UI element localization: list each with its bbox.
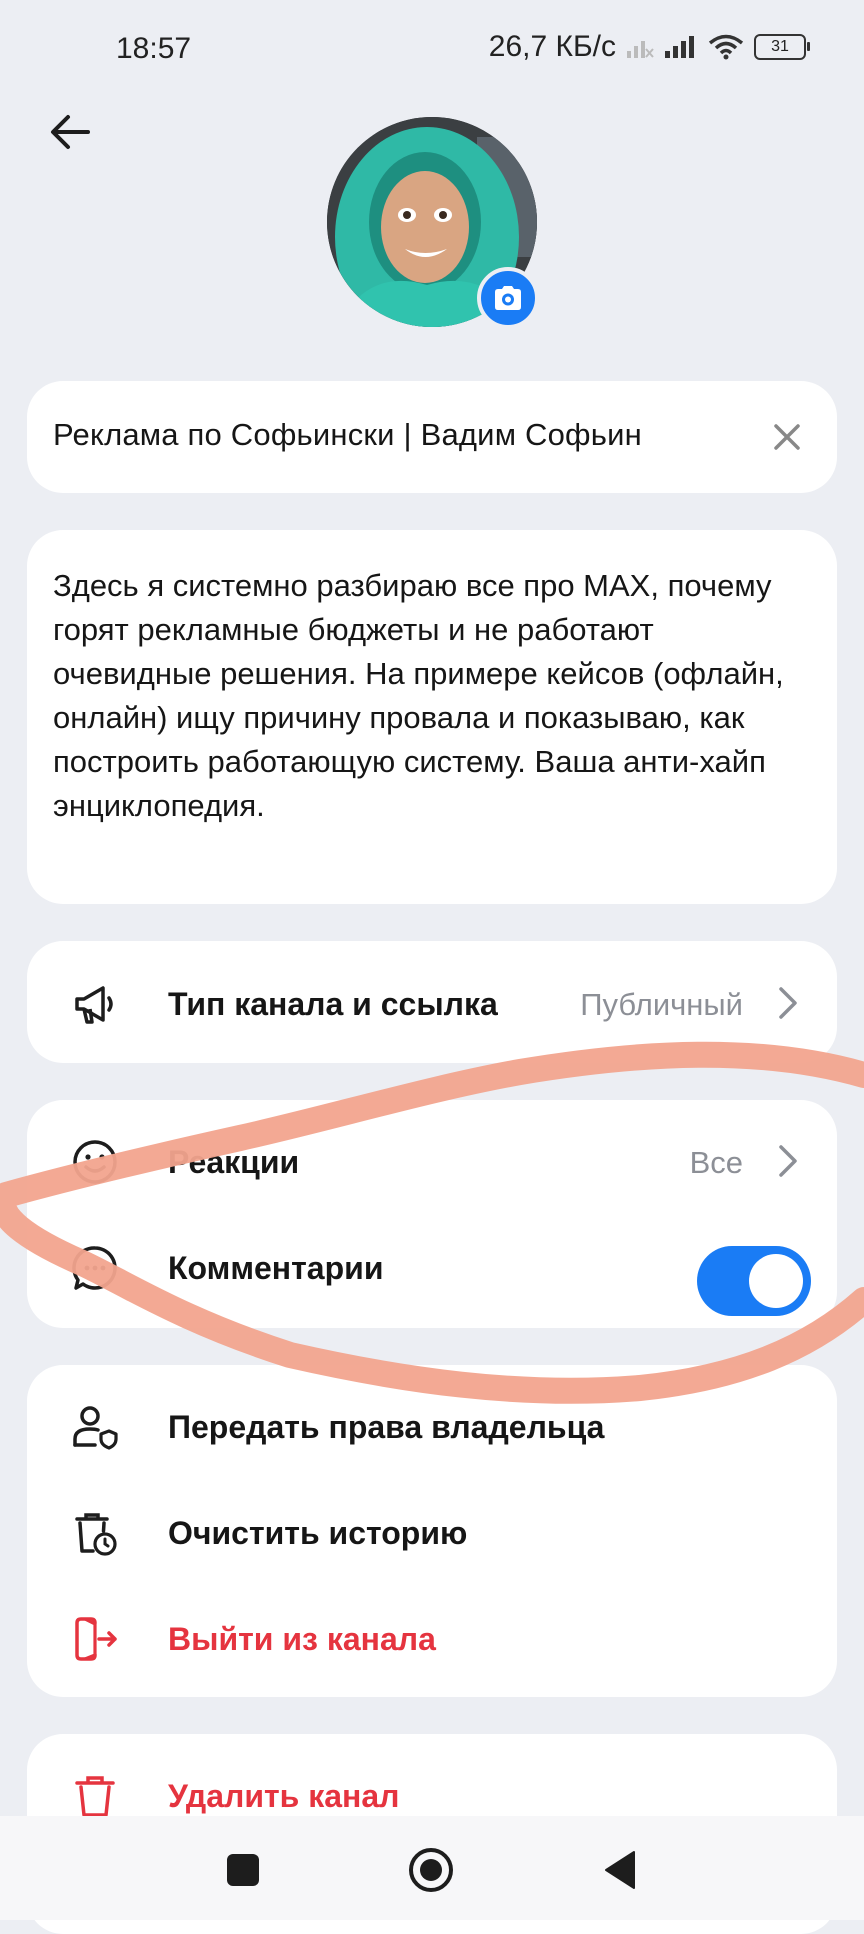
- transfer-ownership-label: Передать права владельца: [168, 1409, 605, 1445]
- reactions-row[interactable]: Реакции Все: [27, 1110, 837, 1210]
- smile-icon: [73, 1140, 117, 1184]
- system-navigation-bar: [0, 1816, 864, 1920]
- channel-type-label: Тип канала и ссылка: [168, 986, 498, 1022]
- channel-avatar[interactable]: [327, 117, 539, 329]
- recents-icon[interactable]: [219, 1846, 267, 1894]
- signal-off-icon: [627, 41, 654, 58]
- back-button[interactable]: [46, 108, 94, 156]
- change-photo-button[interactable]: [477, 267, 539, 329]
- channel-description-field[interactable]: Здесь я системно разбираю все про МАХ, п…: [27, 530, 837, 904]
- exit-icon: [75, 1617, 117, 1661]
- leave-channel-row[interactable]: Выйти из канала: [27, 1587, 837, 1687]
- interaction-settings-card: Реакции Все Комментарии: [27, 1100, 837, 1328]
- delete-channel-label: Удалить канал: [168, 1778, 400, 1814]
- channel-type-value: Публичный: [580, 987, 743, 1022]
- megaphone-icon: [75, 986, 113, 1024]
- status-bar: 18:57 26,7 КБ/с 31: [0, 0, 864, 96]
- clear-history-row[interactable]: Очистить историю: [27, 1481, 837, 1581]
- user-shield-icon: [73, 1406, 118, 1450]
- reactions-label: Реакции: [168, 1144, 300, 1180]
- battery-icon: 31: [754, 34, 810, 60]
- clear-history-label: Очистить историю: [168, 1515, 468, 1551]
- arrow-left-icon: [51, 115, 90, 149]
- trash-icon: [75, 1776, 115, 1817]
- comments-label: Комментарии: [168, 1250, 384, 1286]
- signal-icon: [665, 36, 694, 58]
- close-icon[interactable]: [767, 417, 807, 457]
- status-time: 18:57: [116, 32, 192, 65]
- reactions-value: Все: [689, 1145, 743, 1180]
- leave-channel-label: Выйти из канала: [168, 1621, 436, 1657]
- toggle-knob: [749, 1254, 803, 1308]
- home-icon[interactable]: [407, 1846, 455, 1894]
- comments-row[interactable]: Комментарии: [27, 1216, 837, 1316]
- channel-type-card: Тип канала и ссылка Публичный: [27, 941, 837, 1063]
- owner-actions-card: Передать права владельца Очистить истори…: [27, 1365, 837, 1697]
- trash-clock-icon: [75, 1513, 117, 1556]
- channel-description-input[interactable]: Здесь я системно разбираю все про МАХ, п…: [53, 564, 793, 828]
- chevron-right-icon: [779, 1145, 797, 1177]
- net-speed: 26,7 КБ/с: [488, 30, 616, 63]
- camera-icon: [495, 286, 521, 310]
- comments-toggle[interactable]: [697, 1246, 811, 1316]
- channel-name-input[interactable]: Реклама по Софьински | Вадим Софьин: [53, 417, 642, 453]
- transfer-ownership-row[interactable]: Передать права владельца: [27, 1375, 837, 1475]
- status-indicators: 26,7 КБ/с 31: [488, 30, 810, 64]
- comment-icon: [72, 1246, 117, 1290]
- wifi-icon: [708, 34, 744, 60]
- channel-name-field[interactable]: Реклама по Софьински | Вадим Софьин: [27, 381, 837, 493]
- channel-type-row[interactable]: Тип канала и ссылка Публичный: [27, 952, 837, 1052]
- back-nav-icon[interactable]: [598, 1846, 646, 1894]
- chevron-right-icon: [779, 987, 797, 1019]
